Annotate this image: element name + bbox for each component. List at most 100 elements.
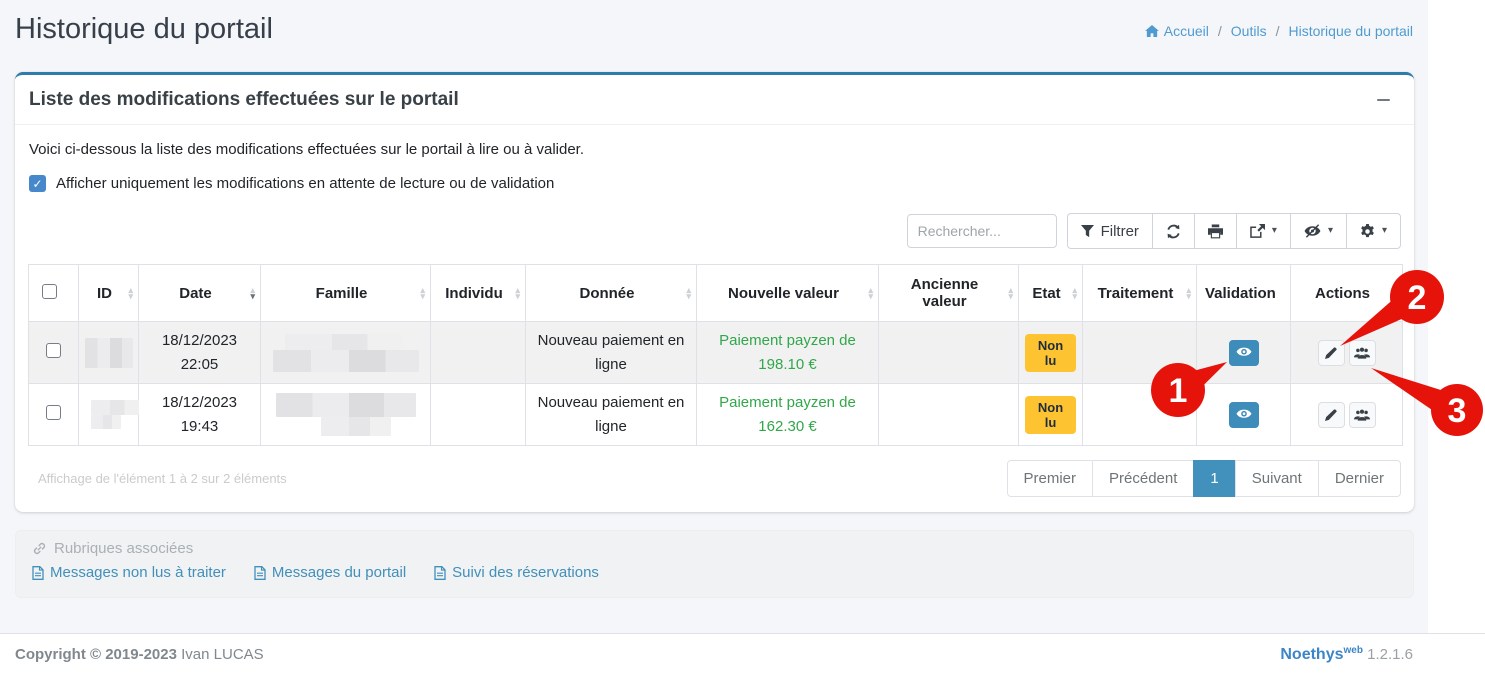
sort-icon: ▴▾ xyxy=(1008,287,1013,299)
printer-icon xyxy=(1208,224,1223,239)
link-icon xyxy=(32,541,47,556)
column-header-validation: Validation xyxy=(1197,265,1291,322)
svg-text:3: 3 xyxy=(1448,392,1467,430)
page-title: Historique du portail xyxy=(15,13,273,46)
search-input[interactable] xyxy=(907,214,1057,248)
table-footer: Affichage de l'élément 1 à 2 sur 2 éléme… xyxy=(28,460,1401,497)
column-header-ancienne-valeur[interactable]: Ancienne valeur▴▾ xyxy=(879,265,1019,322)
pagination-page-1[interactable]: 1 xyxy=(1193,460,1235,497)
sort-icon: ▴▾ xyxy=(128,287,133,299)
related-topics-box: Rubriques associées Messages non lus à t… xyxy=(15,530,1414,598)
sort-icon: ▴▾ xyxy=(515,287,520,299)
modifications-table: ID▴▾ Date▴▾ Famille▴▾ Individu▴▾ Donnée▴… xyxy=(28,264,1403,446)
status-badge: Non lu xyxy=(1025,396,1076,434)
related-topics-title: Rubriques associées xyxy=(32,540,1397,557)
caret-down-icon: ▾ xyxy=(1328,226,1333,236)
link-suivi-reservations[interactable]: Suivi des réservations xyxy=(434,564,599,581)
column-header-traitement[interactable]: Traitement▴▾ xyxy=(1083,265,1197,322)
columns-visibility-button[interactable]: ▾ xyxy=(1290,213,1347,249)
column-header-nouvelle-valeur[interactable]: Nouvelle valeur▴▾ xyxy=(697,265,879,322)
settings-button[interactable]: ▾ xyxy=(1346,213,1401,249)
column-header-date[interactable]: Date▴▾ xyxy=(139,265,261,322)
pagination-last[interactable]: Dernier xyxy=(1318,460,1401,497)
table-row: 18/12/202322:05 Nouveau paiement en lign… xyxy=(29,322,1403,384)
users-icon xyxy=(1354,409,1370,421)
ancienne-valeur-cell xyxy=(879,322,1019,384)
file-icon xyxy=(32,566,44,580)
breadcrumb-separator: / xyxy=(1218,23,1222,39)
validation-cell xyxy=(1197,322,1291,384)
individu-cell xyxy=(431,322,526,384)
eye-icon xyxy=(1236,347,1252,358)
eye-icon xyxy=(1236,409,1252,420)
minus-icon xyxy=(1377,99,1390,101)
file-icon xyxy=(254,566,266,580)
table-header-row: ID▴▾ Date▴▾ Famille▴▾ Individu▴▾ Donnée▴… xyxy=(29,265,1403,322)
validation-cell xyxy=(1197,384,1291,446)
famille-cell-redacted xyxy=(261,322,431,384)
donnee-cell: Nouveau paiement en ligne xyxy=(526,384,697,446)
sort-icon: ▴▾ xyxy=(1072,287,1077,299)
family-button[interactable] xyxy=(1349,340,1376,366)
eye-slash-icon xyxy=(1304,224,1321,238)
collapse-button[interactable] xyxy=(1372,89,1394,111)
status-badge: Non lu xyxy=(1025,334,1076,372)
table-toolbar: Filtrer xyxy=(28,213,1401,249)
donnee-cell: Nouveau paiement en ligne xyxy=(526,322,697,384)
toolbar-button-group: Filtrer xyxy=(1067,213,1401,249)
pencil-icon xyxy=(1325,347,1337,359)
ancienne-valeur-cell xyxy=(879,384,1019,446)
pagination-next[interactable]: Suivant xyxy=(1235,460,1319,497)
pagination-prev[interactable]: Précédent xyxy=(1092,460,1194,497)
family-button[interactable] xyxy=(1349,402,1376,428)
sort-icon: ▴▾ xyxy=(686,287,691,299)
column-header-famille[interactable]: Famille▴▾ xyxy=(261,265,431,322)
breadcrumb-current[interactable]: Historique du portail xyxy=(1288,23,1413,39)
print-button[interactable] xyxy=(1194,213,1237,249)
column-header-etat[interactable]: Etat▴▾ xyxy=(1019,265,1083,322)
famille-cell-redacted xyxy=(261,384,431,446)
share-icon xyxy=(1250,224,1265,238)
edit-button[interactable] xyxy=(1318,340,1345,366)
filter-checkbox-label: Afficher uniquement les modifications en… xyxy=(56,175,554,192)
caret-down-icon: ▾ xyxy=(1382,226,1387,236)
link-messages-non-lus[interactable]: Messages non lus à traiter xyxy=(32,564,226,581)
brand-name: Noethys xyxy=(1280,646,1343,663)
breadcrumb-home-link[interactable]: Accueil xyxy=(1145,23,1209,39)
pagination: Premier Précédent 1 Suivant Dernier xyxy=(1007,460,1401,497)
date-cell: 18/12/202319:43 xyxy=(139,384,261,446)
export-button[interactable]: ▾ xyxy=(1236,213,1291,249)
gear-icon xyxy=(1360,224,1375,239)
id-cell-redacted xyxy=(79,322,139,384)
individu-cell xyxy=(431,384,526,446)
column-header-actions: Actions xyxy=(1291,265,1403,322)
sort-icon: ▴▾ xyxy=(868,287,873,299)
panel-body: Voici ci-dessous la liste des modificati… xyxy=(15,125,1414,512)
validate-view-button[interactable] xyxy=(1229,340,1259,366)
page-footer: Copyright © 2019-2023 Ivan LUCAS Noethys… xyxy=(0,633,1485,675)
refresh-button[interactable] xyxy=(1152,213,1195,249)
actions-cell xyxy=(1291,322,1403,384)
filter-button[interactable]: Filtrer xyxy=(1067,213,1153,249)
row-checkbox[interactable] xyxy=(46,343,61,358)
sort-icon: ▴▾ xyxy=(1186,287,1191,299)
column-header-donnee[interactable]: Donnée▴▾ xyxy=(526,265,697,322)
table-row: 18/12/202319:43 Nouveau paiement en lign… xyxy=(29,384,1403,446)
column-header-id[interactable]: ID▴▾ xyxy=(79,265,139,322)
breadcrumb-separator: / xyxy=(1276,23,1280,39)
pagination-first[interactable]: Premier xyxy=(1007,460,1094,497)
validate-view-button[interactable] xyxy=(1229,402,1259,428)
breadcrumb-outils-link[interactable]: Outils xyxy=(1231,23,1267,39)
caret-down-icon: ▾ xyxy=(1272,226,1277,236)
column-header-individu[interactable]: Individu▴▾ xyxy=(431,265,526,322)
panel-header: Liste des modifications effectuées sur l… xyxy=(15,75,1414,125)
select-all-checkbox[interactable] xyxy=(42,284,57,299)
edit-button[interactable] xyxy=(1318,402,1345,428)
filter-checkbox[interactable]: ✓ xyxy=(29,175,46,192)
etat-cell: Non lu xyxy=(1019,384,1083,446)
row-checkbox[interactable] xyxy=(46,405,61,420)
intro-text: Voici ci-dessous la liste des modificati… xyxy=(29,141,1401,158)
link-messages-portail[interactable]: Messages du portail xyxy=(254,564,406,581)
home-icon xyxy=(1145,25,1159,37)
page: Historique du portail Accueil / Outils /… xyxy=(0,0,1485,675)
